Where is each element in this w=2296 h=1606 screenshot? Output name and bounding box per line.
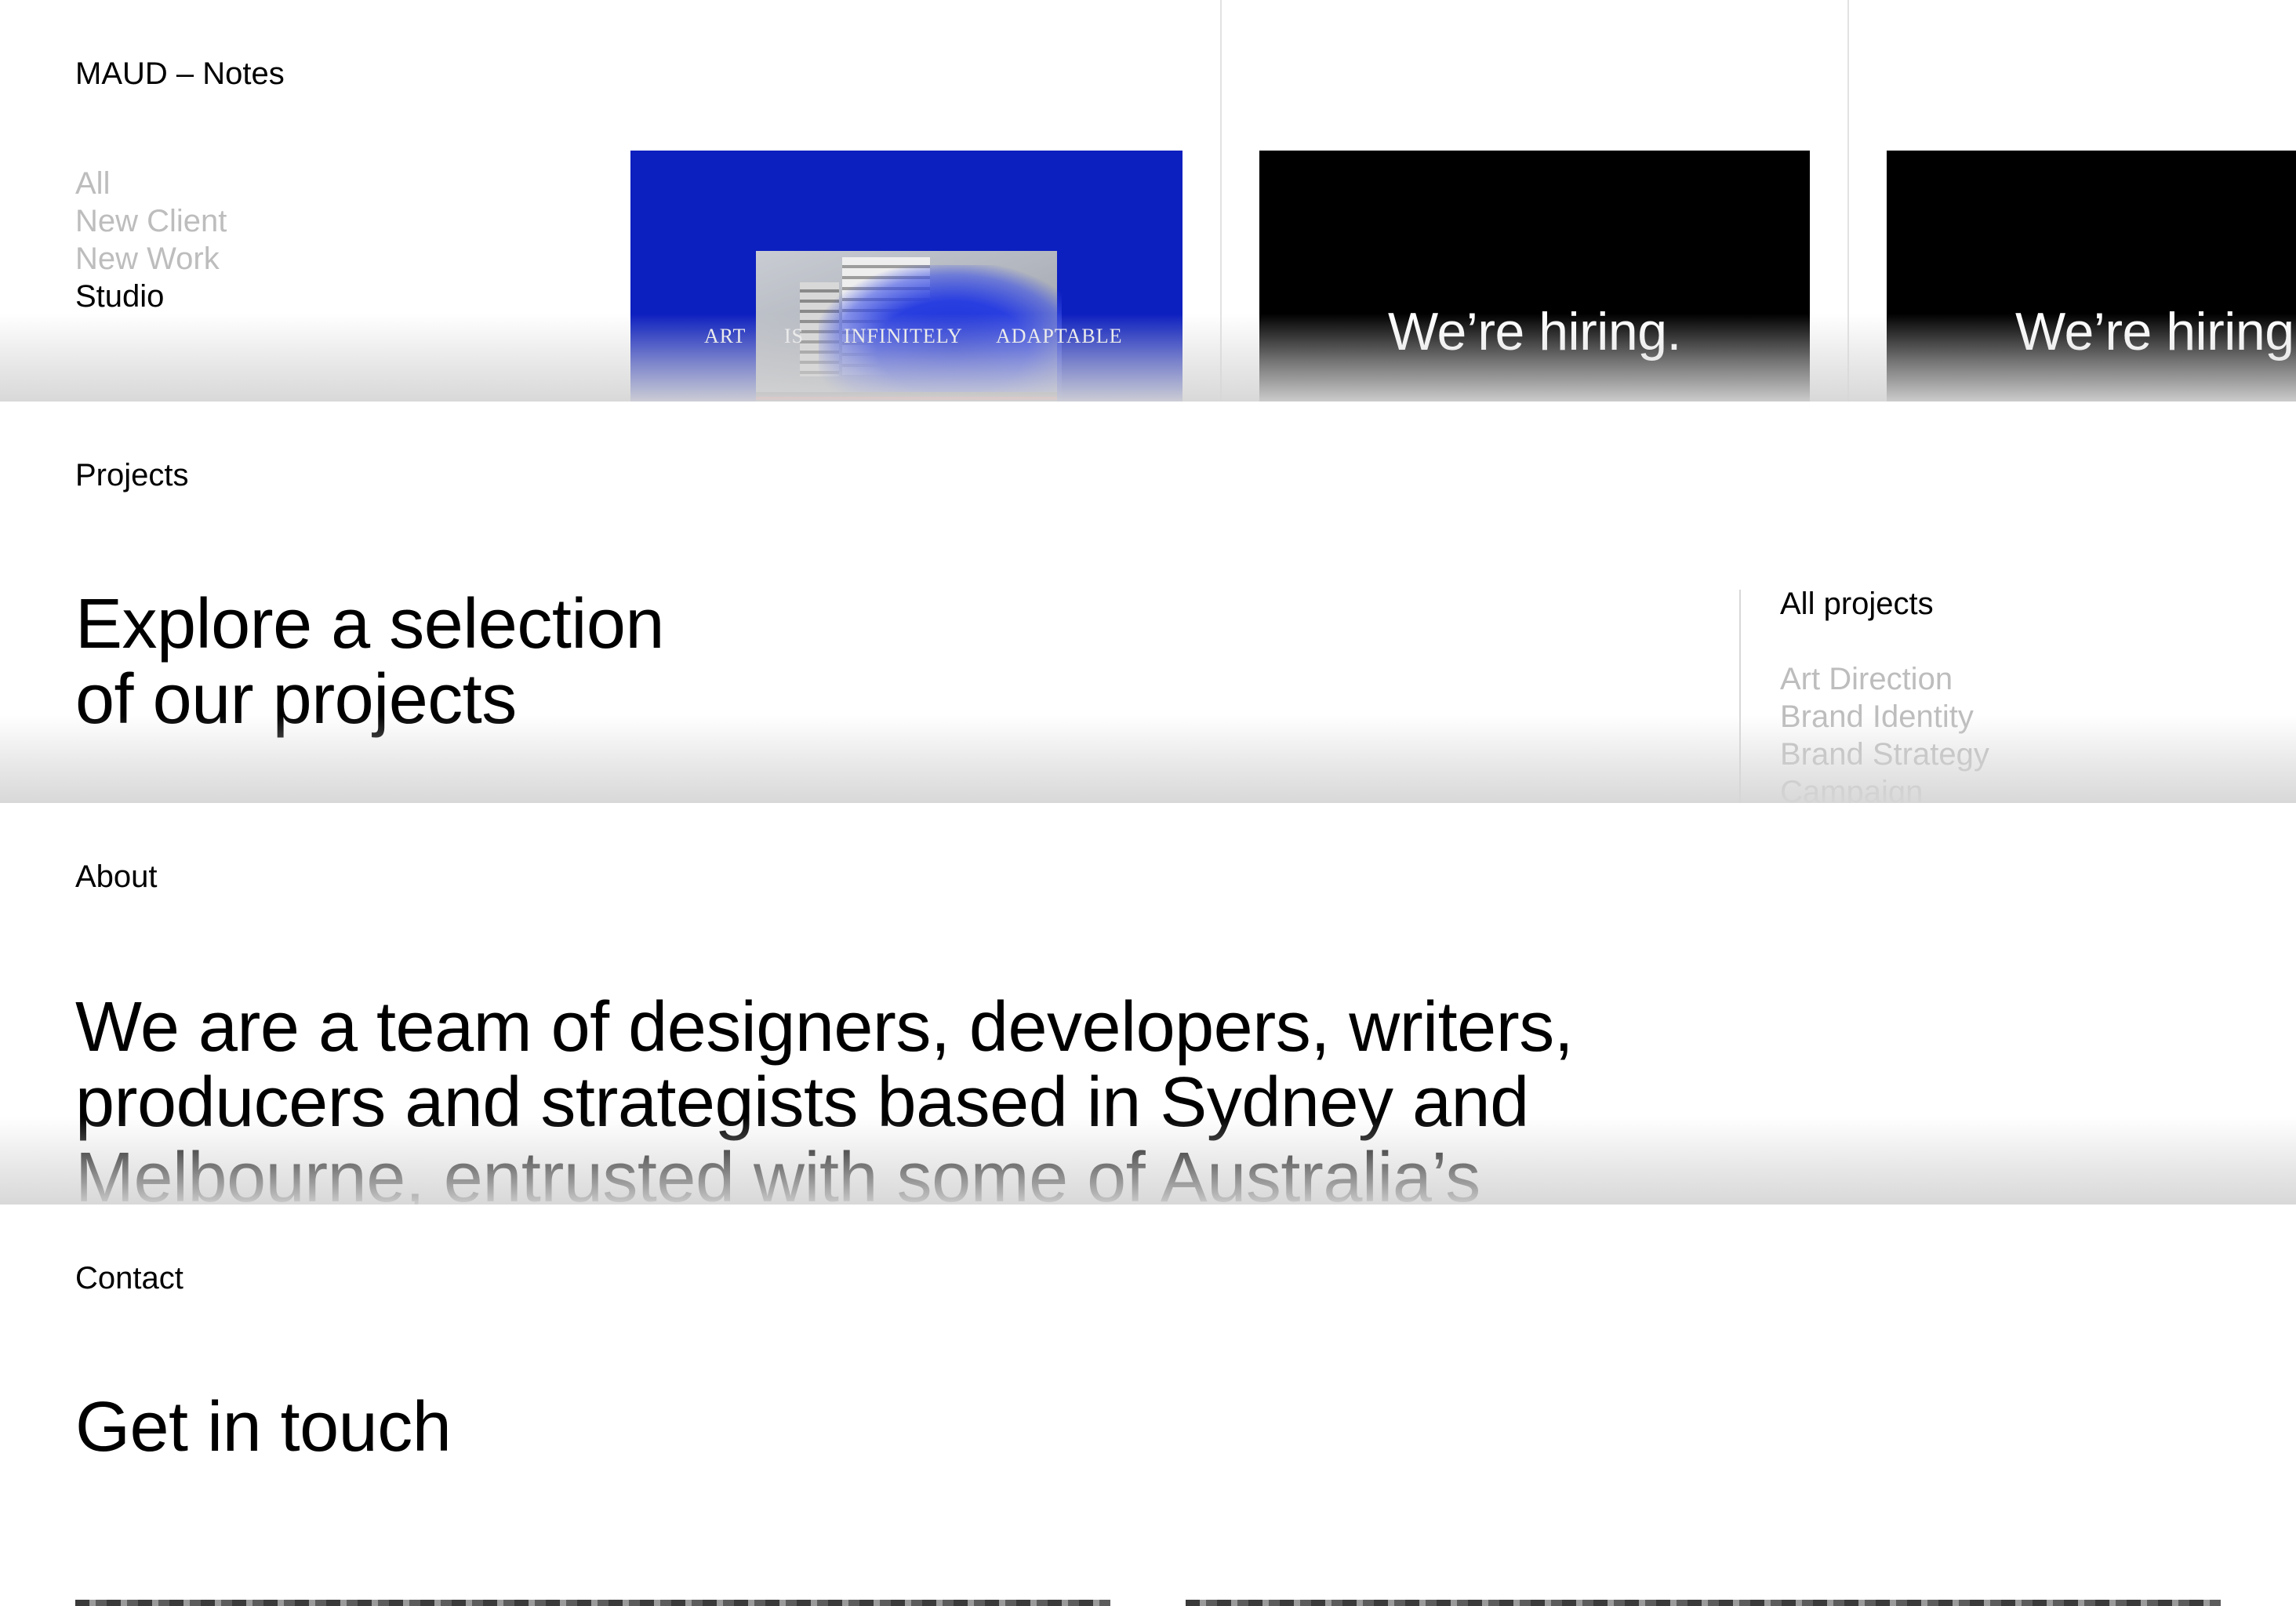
card-hiring-text: We’re hiring [2015,302,2294,362]
contact-image-right [1186,1600,2221,1606]
notes-title[interactable]: MAUD – Notes [75,58,285,89]
column-divider [1847,0,1849,402]
note-card-art-adaptable[interactable]: ART IS INFINITELY ADAPTABLE [630,151,1183,402]
contact-panel: Contact Get in touch [0,1204,2296,1606]
notes-panel: MAUD – Notes All New Client New Work Stu… [0,0,2296,402]
filter-studio[interactable]: Studio [75,278,227,315]
filter-new-work[interactable]: New Work [75,240,227,278]
column-divider [1220,0,1222,402]
category-brand-strategy[interactable]: Brand Strategy [1780,736,1989,773]
about-label[interactable]: About [75,861,158,892]
filter-new-client[interactable]: New Client [75,202,227,240]
about-statement: We are a team of designers, developers, … [75,988,1574,1204]
category-brand-identity[interactable]: Brand Identity [1780,698,1989,736]
category-divider [1739,590,1741,803]
note-card-hiring[interactable]: We’re hiring. [1259,151,1810,402]
filter-all-projects[interactable]: All projects [1780,585,1989,623]
about-panel: About We are a team of designers, develo… [0,803,2296,1204]
note-card-hiring-2[interactable]: We’re hiring [1887,151,2296,402]
contact-heading: Get in touch [75,1388,452,1466]
projects-heading: Explore a selection of our projects [75,585,664,739]
category-campaign[interactable]: Campaign [1780,773,1989,803]
contact-label[interactable]: Contact [75,1263,183,1294]
projects-label[interactable]: Projects [75,460,189,491]
card-hiring-text: We’re hiring. [1388,302,1681,362]
projects-panel: Projects Explore a selection of our proj… [0,402,2296,803]
contact-image-left [75,1600,1110,1606]
notes-filter-list: All New Client New Work Studio [75,165,227,315]
filter-all[interactable]: All [75,165,227,202]
project-category-list: All projects Art Direction Brand Identit… [1780,585,1989,803]
category-art-direction[interactable]: Art Direction [1780,660,1989,698]
